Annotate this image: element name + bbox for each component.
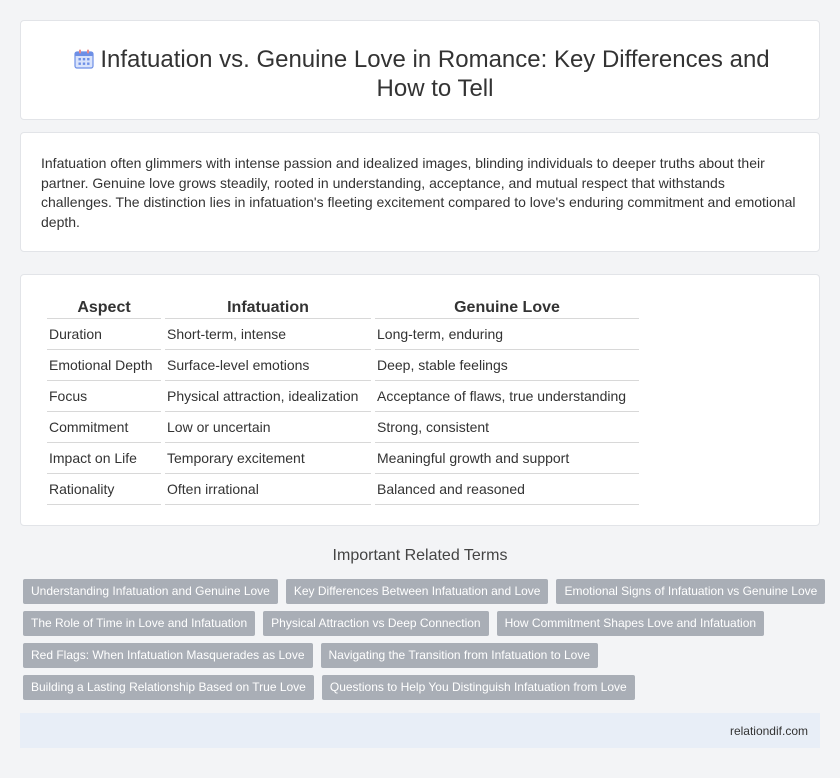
cell-genuine-love: Balanced and reasoned [375,474,639,505]
tag-row: Red Flags: When Infatuation Masquerades … [23,643,823,675]
table-row: Commitment Low or uncertain Strong, cons… [47,412,639,443]
cell-aspect: Emotional Depth [47,350,161,381]
tag-row: The Role of Time in Love and Infatuation… [23,611,823,643]
cell-infatuation: Physical attraction, idealization [165,381,371,412]
related-term-tag[interactable]: Understanding Infatuation and Genuine Lo… [23,579,278,604]
cell-infatuation: Often irrational [165,474,371,505]
related-term-tag[interactable]: Key Differences Between Infatuation and … [285,579,549,604]
cell-genuine-love: Deep, stable feelings [375,350,639,381]
related-term-tag[interactable]: Emotional Signs of Infatuation vs Genuin… [556,579,826,604]
header-infatuation: Infatuation [165,295,371,319]
cell-genuine-love: Meaningful growth and support [375,443,639,474]
related-term-tag[interactable]: Physical Attraction vs Deep Connection [263,611,489,636]
related-terms-heading: Important Related Terms [332,547,508,564]
tag-row: Understanding Infatuation and Genuine Lo… [23,579,826,611]
cell-aspect: Duration [47,319,161,350]
table-row: Rationality Often irrational Balanced an… [47,474,639,505]
related-term-tag[interactable]: Building a Lasting Relationship Based on… [23,675,314,700]
cell-genuine-love: Long-term, enduring [375,319,639,350]
cell-aspect: Impact on Life [47,443,161,474]
cell-genuine-love: Acceptance of flaws, true understanding [375,381,639,412]
footer: relationdif.com [20,713,820,748]
related-terms-tags: Understanding Infatuation and Genuine Lo… [23,579,826,707]
cell-infatuation: Surface-level emotions [165,350,371,381]
intro-paragraph: Infatuation often glimmers with intense … [41,155,796,230]
table-row: Focus Physical attraction, idealization … [47,381,639,412]
related-term-tag[interactable]: The Role of Time in Love and Infatuation [23,611,256,636]
related-term-tag[interactable]: Questions to Help You Distinguish Infatu… [321,675,635,700]
comparison-card: Aspect Infatuation Genuine Love Duration… [20,274,820,526]
related-term-tag[interactable]: Navigating the Transition from Infatuati… [320,643,598,668]
table-row: Emotional Depth Surface-level emotions D… [47,350,639,381]
related-term-tag[interactable]: Red Flags: When Infatuation Masquerades … [23,643,313,668]
table-row: Impact on Life Temporary excitement Mean… [47,443,639,474]
cell-infatuation: Short-term, intense [165,319,371,350]
cell-aspect: Commitment [47,412,161,443]
header-aspect: Aspect [47,295,161,319]
comparison-table: Aspect Infatuation Genuine Love Duration… [43,295,643,505]
cell-infatuation: Temporary excitement [165,443,371,474]
related-term-tag[interactable]: How Commitment Shapes Love and Infatuati… [496,611,765,636]
footer-site-link[interactable]: relationdif.com [730,724,808,738]
cell-genuine-love: Strong, consistent [375,412,639,443]
page-title: Infatuation vs. Genuine Love in Romance:… [100,46,770,102]
table-row: Duration Short-term, intense Long-term, … [47,319,639,350]
header-card: Infatuation vs. Genuine Love in Romance:… [20,20,820,120]
cell-infatuation: Low or uncertain [165,412,371,443]
cell-aspect: Rationality [47,474,161,505]
cell-aspect: Focus [47,381,161,412]
tag-row: Building a Lasting Relationship Based on… [23,675,823,707]
header-genuine-love: Genuine Love [375,295,639,319]
table-header-row: Aspect Infatuation Genuine Love [47,295,639,319]
intro-card: Infatuation often glimmers with intense … [20,132,820,252]
